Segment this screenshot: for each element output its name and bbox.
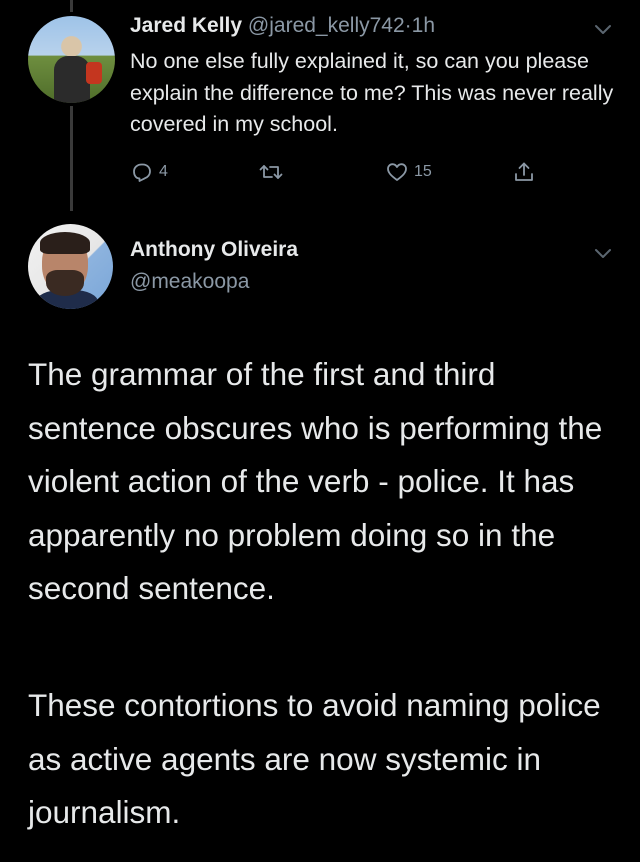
reply-button[interactable]: 4 [130, 160, 168, 184]
chevron-down-icon[interactable] [594, 248, 612, 260]
avatar-beard [46, 270, 84, 296]
author-display-name[interactable]: Anthony Oliveira [130, 236, 298, 264]
retweet-button[interactable] [258, 160, 289, 184]
avatar-figure [54, 56, 90, 103]
avatar-hair [40, 232, 90, 254]
thread-line-connector [70, 106, 73, 211]
reply-tweet-text: No one else fully explained it, so can y… [130, 49, 614, 136]
like-count: 15 [414, 163, 432, 180]
reply-count: 4 [159, 163, 168, 180]
thread-line-top [70, 0, 73, 12]
share-button[interactable] [512, 160, 536, 184]
retweet-icon [259, 165, 283, 179]
heart-icon [387, 163, 407, 181]
tweet-paragraph: The grammar of the first and third sente… [28, 356, 603, 606]
separator-dot: · [404, 14, 412, 37]
avatar-jared-kelly[interactable] [28, 16, 115, 103]
author-display-name[interactable]: Jared Kelly [130, 14, 242, 37]
reply-icon [133, 163, 151, 182]
avatar-backpack [86, 62, 102, 84]
tweet-paragraph: These contortions to avoid naming police… [28, 687, 601, 830]
reply-tweet-actions: 4 15 [130, 160, 550, 188]
like-button[interactable]: 15 [385, 160, 432, 184]
reply-tweet-header: Jared Kelly @jared_kelly742·1h [130, 12, 435, 40]
share-icon [515, 162, 533, 181]
author-handle[interactable]: @jared_kelly742 [248, 14, 405, 37]
tweet-timestamp[interactable]: 1h [412, 14, 435, 37]
author-handle[interactable]: @meakoopa [130, 268, 249, 296]
avatar-anthony-oliveira[interactable] [28, 224, 113, 309]
chevron-down-icon[interactable] [594, 24, 612, 36]
